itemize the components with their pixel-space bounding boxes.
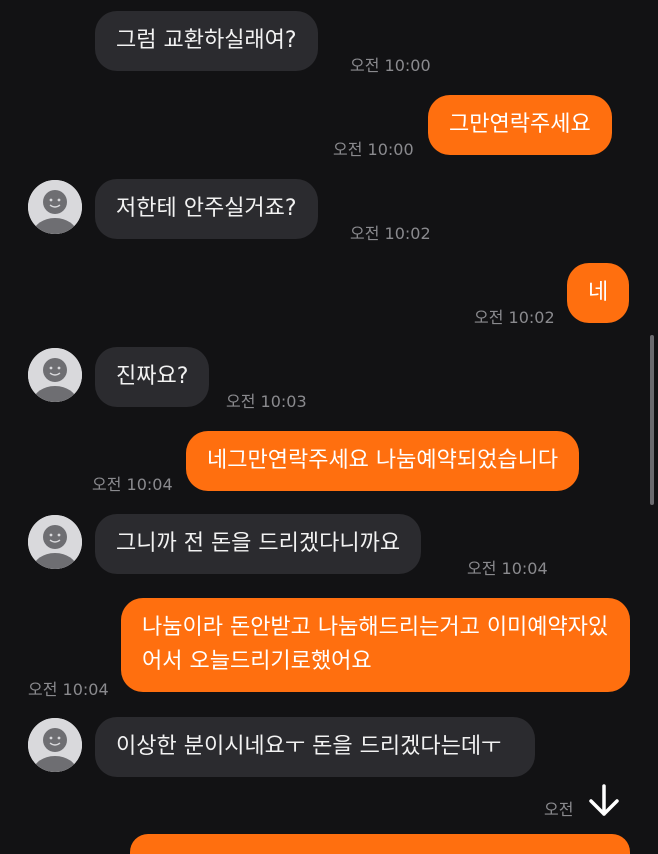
scrollbar-thumb[interactable]: [650, 335, 654, 505]
message-timestamp: 오전 10:00: [333, 140, 414, 159]
message-timestamp: 오전 10:00: [350, 56, 431, 75]
incoming-message-bubble[interactable]: 그니까 전 돈을 드리겠다니까요: [95, 514, 422, 574]
default-user-avatar-icon: [28, 348, 82, 402]
sender-avatar[interactable]: [28, 180, 82, 234]
incoming-message-bubble[interactable]: 진짜요?: [95, 347, 210, 407]
default-user-avatar-icon: [28, 515, 82, 569]
chat-message-list[interactable]: 그럼 교환하실래여? 오전 10:00 그만연락주세요 오전 10:00 저한테…: [0, 0, 658, 854]
message-timestamp: 오전 10:04: [92, 475, 173, 494]
scroll-to-bottom-button[interactable]: [578, 775, 630, 827]
sender-avatar[interactable]: [28, 515, 82, 569]
default-user-avatar-icon: [28, 718, 82, 772]
outgoing-message-bubble[interactable]: 그만연락주세요: [428, 95, 612, 155]
message-timestamp: 오전 10:03: [226, 392, 307, 411]
outgoing-message-bubble[interactable]: 네그만연락주세요 나눔예약되었습니다: [186, 431, 580, 491]
message-timestamp: 오전 10:02: [474, 308, 555, 327]
outgoing-message-bubble[interactable]: 나눔이라 돈안받고 나눔해드리는거고 이미예약자있어서 오늘드리기로했어요: [121, 598, 630, 692]
incoming-message-bubble[interactable]: 저한테 안주실거죠?: [95, 179, 318, 239]
arrow-down-icon: [589, 784, 619, 816]
sender-avatar[interactable]: [28, 718, 82, 772]
message-timestamp: 오전 10:02: [350, 224, 431, 243]
message-timestamp: 오전 10:04: [467, 559, 548, 578]
sender-avatar[interactable]: [28, 348, 82, 402]
incoming-message-bubble[interactable]: 그럼 교환하실래여?: [95, 11, 318, 71]
outgoing-message-bubble[interactable]: 네: [567, 263, 630, 323]
message-timestamp: 오전: [544, 800, 574, 819]
incoming-message-bubble[interactable]: 이상한 분이시네요ㅜ 돈을 드리겠다는데ㅜ: [95, 717, 535, 777]
message-timestamp: 오전 10:04: [28, 680, 109, 699]
default-user-avatar-icon: [28, 180, 82, 234]
outgoing-message-bubble-partial: [130, 834, 630, 854]
